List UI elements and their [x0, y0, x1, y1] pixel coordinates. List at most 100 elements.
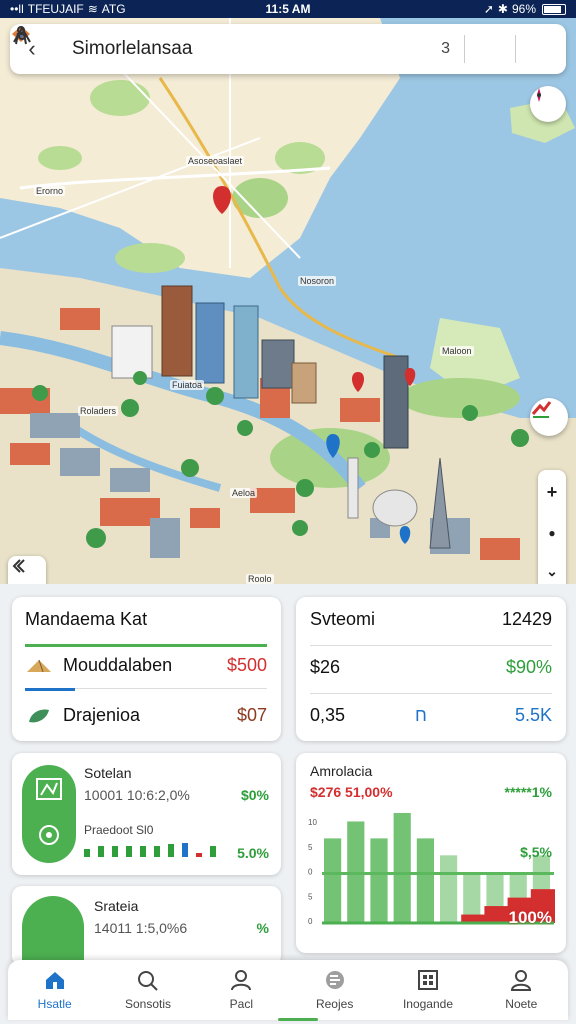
- nav-item-person[interactable]: Noete: [475, 960, 568, 1020]
- carrier-name: TFEUJAIF: [27, 2, 84, 16]
- battery-percent: 96%: [511, 2, 536, 16]
- stats-card-title: Mandaema Kat: [25, 609, 148, 629]
- profile-button[interactable]: [15, 24, 566, 74]
- station-card[interactable]: Sotelan 10001 10:6:2,0% $0% Praedoot Sl0…: [12, 753, 281, 875]
- layers-button[interactable]: [12, 24, 441, 74]
- analysis-rating: *****1%: [504, 784, 552, 800]
- directions-button[interactable]: [13, 24, 515, 74]
- y-tick-label: 0: [308, 917, 313, 926]
- nav-item-home[interactable]: Hsatle: [8, 960, 101, 1020]
- summary-row-marker: ח: [414, 705, 427, 725]
- stats-row-label: Mouddalaben: [63, 655, 173, 675]
- station-bar: [98, 846, 104, 857]
- collapse-button[interactable]: [8, 556, 46, 584]
- compass-button[interactable]: [530, 86, 566, 122]
- map-label-area4: Erorno: [34, 186, 66, 196]
- station-line: 10001 10:6:2,0%: [84, 787, 190, 803]
- locate-icon[interactable]: ●: [548, 526, 555, 540]
- nav-label: Reojes: [315, 997, 354, 1011]
- summary-header: Svteomi 12429: [310, 609, 552, 630]
- station-bar: [210, 846, 216, 857]
- station-bar: [140, 846, 146, 857]
- analysis-card[interactable]: Amrolacia $276 51,00% *****1% 10 5 0 5 0 $,5…: [296, 753, 566, 953]
- summary-title: Svteomi: [310, 609, 376, 629]
- bottom-title: Srateia: [94, 898, 139, 914]
- zoom-control[interactable]: + ● ⌄: [538, 470, 566, 584]
- nav-label: Hsatle: [37, 997, 72, 1011]
- search-query[interactable]: Simorlelansaa: [54, 38, 411, 60]
- map-search-bar[interactable]: ‹ Simorlelansaa 3: [10, 24, 566, 74]
- stats-row-label: Drajenioa: [63, 705, 141, 725]
- station-sub: Praedoot Sl0: [84, 823, 154, 837]
- stats-row[interactable]: Drajenioa $07: [25, 705, 267, 726]
- station-badge: [22, 765, 76, 863]
- route-icon: [531, 401, 552, 418]
- station-bar: [126, 846, 132, 857]
- chart-bar: [440, 855, 458, 923]
- chart-bar: [370, 838, 388, 923]
- wifi-icon: ≋: [87, 2, 98, 16]
- chart-bar: [393, 813, 411, 923]
- zoom-down-icon[interactable]: ⌄: [546, 563, 558, 580]
- station-bar: [154, 846, 160, 857]
- summary-row: $26 $90%: [310, 657, 552, 678]
- person-pin-icon: [15, 26, 27, 45]
- reviews-icon: [325, 971, 344, 989]
- chart-bar: [324, 838, 342, 923]
- station-title: Sotelan: [84, 765, 132, 781]
- summary-total: 12429: [501, 609, 552, 629]
- active-indicator: [25, 688, 75, 691]
- divider: [310, 645, 552, 646]
- station-bar: [84, 849, 90, 857]
- chart-bar-red: [484, 906, 509, 923]
- map-view[interactable]: Asoseoaslaet Nosoron Maloon Roladers Fui…: [0, 18, 576, 584]
- analysis-value-red: $276 51,00%: [310, 784, 393, 800]
- bottom-line: 14011 1:5,0%6: [94, 920, 188, 936]
- map-canvas: [0, 18, 576, 584]
- map-label-area2: Fuiatoa: [170, 380, 205, 390]
- network-type: ATG: [101, 2, 126, 16]
- station-bar: [168, 844, 174, 857]
- nav-label: Noete: [505, 997, 538, 1011]
- stats-card[interactable]: Mandaema Kat Mouddalaben $500 Drajenioa …: [12, 597, 281, 741]
- map-label-district: Asoseoaslaet: [186, 156, 245, 166]
- signal-icon: ••ll: [10, 2, 24, 16]
- stats-row[interactable]: Mouddalaben $500: [25, 655, 267, 676]
- y-tick-label: 5: [308, 843, 313, 852]
- summary-row-value: $90%: [505, 657, 552, 677]
- station-bars: [84, 841, 216, 857]
- station-bar: [196, 853, 202, 857]
- nav-label: Pacl: [229, 997, 253, 1011]
- summary-row-label: 0,35: [310, 705, 346, 725]
- y-tick-label: 5: [308, 892, 313, 901]
- bottom-card[interactable]: Srateia 14011 1:5,0%6 %: [12, 886, 281, 976]
- station-percent-2: 5.0%: [237, 845, 269, 861]
- zoom-in-icon[interactable]: +: [547, 482, 558, 503]
- analysis-value-mid: $,5%: [520, 844, 552, 860]
- nav-item-grid[interactable]: Inogande: [381, 960, 474, 1020]
- profile-icon: [231, 970, 252, 991]
- person-icon: [511, 970, 532, 991]
- bottom-nav: Hsatle Sonsotis Pacl Reojes Inogande Noe…: [8, 960, 568, 1021]
- nav-item-search[interactable]: Sonsotis: [101, 960, 194, 1020]
- nav-label: Inogande: [402, 997, 453, 1011]
- summary-row: 0,35 ח 5.5K: [310, 705, 552, 726]
- stats-row-value: $500: [226, 655, 267, 675]
- tent-icon: [27, 659, 51, 672]
- nav-item-reviews[interactable]: Reojes: [288, 960, 381, 1020]
- summary-row-label: $26: [310, 657, 341, 677]
- y-tick-label: 0: [308, 868, 313, 877]
- grid-icon: [417, 970, 438, 990]
- summary-row-value: 5.5K: [514, 705, 552, 725]
- station-bar: [182, 843, 188, 857]
- station-percent: $0%: [240, 787, 269, 803]
- summary-card[interactable]: Svteomi 12429 $26 $90% 0,35 ח 5.5K: [296, 597, 566, 741]
- map-label-area1: Roladers: [78, 406, 119, 416]
- bluetooth-icon: ✱: [497, 2, 508, 16]
- stats-row-value: $07: [236, 705, 267, 725]
- nav-item-profile[interactable]: Pacl: [195, 960, 288, 1020]
- nav-label: Sonsotis: [124, 997, 171, 1011]
- route-button[interactable]: [530, 398, 568, 436]
- search-icon: [137, 971, 158, 991]
- home-icon: [45, 972, 64, 989]
